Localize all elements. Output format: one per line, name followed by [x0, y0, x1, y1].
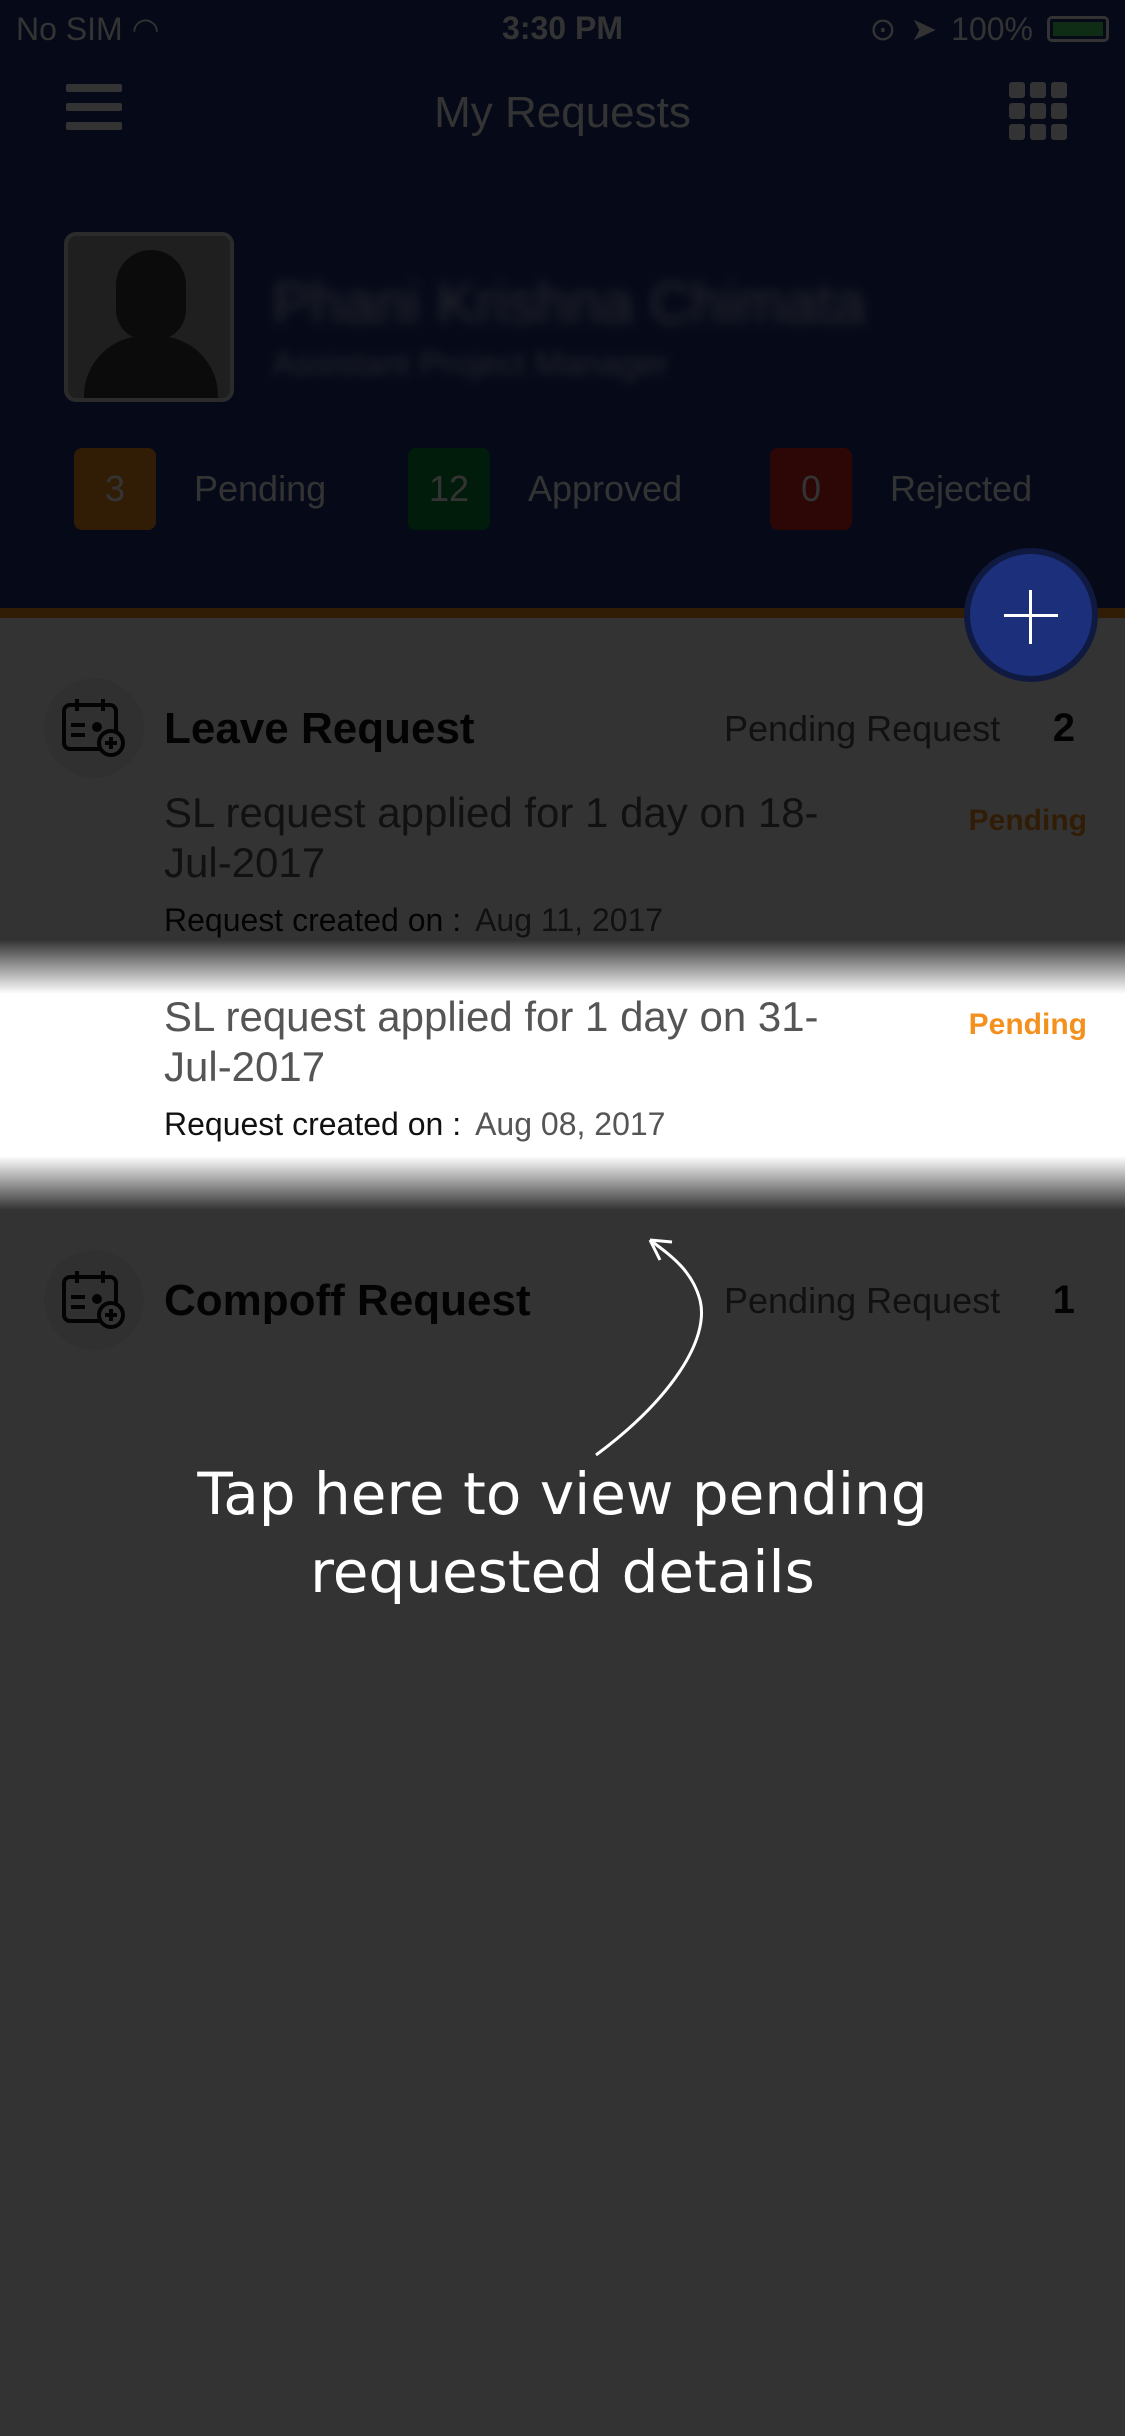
pending-request-count: 1: [1052, 1278, 1075, 1322]
hint-line-2: requested details: [310, 1538, 815, 1606]
user-role: Assistant Project Manager: [272, 345, 669, 383]
created-label: Request created on :: [164, 902, 462, 938]
stat-pending[interactable]: 3 Pending: [74, 448, 326, 530]
stat-rejected[interactable]: 0 Rejected: [770, 448, 1032, 530]
header-divider: [0, 608, 1125, 618]
request-created: Request created on : Aug 08, 2017: [164, 1106, 665, 1143]
created-date: Aug 11, 2017: [475, 902, 664, 938]
hint-line-1: Tap here to view pending: [197, 1460, 928, 1528]
apps-grid-icon[interactable]: [1009, 82, 1067, 140]
stat-approved[interactable]: 12 Approved: [408, 448, 682, 530]
created-label: Request created on :: [164, 1106, 462, 1142]
rejected-count-badge: 0: [770, 448, 852, 530]
approved-count-badge: 12: [408, 448, 490, 530]
request-created: Request created on : Aug 11, 2017: [164, 902, 663, 939]
approved-label: Approved: [528, 468, 683, 509]
calendar-add-icon: [44, 678, 144, 778]
pending-request-count: 2: [1052, 706, 1075, 750]
rejected-label: Rejected: [890, 468, 1033, 509]
add-request-button[interactable]: [964, 548, 1098, 682]
request-description: SL request applied for 1 day on 18-Jul-2…: [164, 789, 819, 886]
header: No SIM ◠ 3:30 PM ⊙ ➤ 100% My Requests Ph…: [0, 0, 1125, 610]
location-icon: ➤: [910, 11, 938, 47]
status-badge: Pending: [968, 804, 1087, 837]
request-description: SL request applied for 1 day on 31-Jul-2…: [164, 993, 819, 1090]
pending-label: Pending: [194, 468, 327, 509]
battery-icon: [1047, 16, 1109, 42]
lock-rotation-icon: ⊙: [869, 11, 897, 47]
pointer-arrow-icon: [595, 1238, 703, 1457]
section-title: Compoff Request: [164, 1276, 531, 1325]
section-title: Leave Request: [164, 704, 475, 753]
created-date: Aug 08, 2017: [475, 1106, 666, 1142]
section-leave-request[interactable]: Leave Request Pending Request 2: [0, 678, 1125, 788]
battery-percent: 100%: [951, 10, 1033, 47]
calendar-add-icon: [44, 1250, 144, 1350]
list-item[interactable]: SL request applied for 1 day on 31-Jul-2…: [0, 992, 1125, 1172]
page-title: My Requests: [434, 88, 691, 137]
coach-mark-hint: Tap here to view pending requested detai…: [0, 1455, 1125, 1611]
pending-request-label: Pending Request: [724, 1280, 1001, 1321]
list-item[interactable]: SL request applied for 1 day on 18-Jul-2…: [0, 788, 1125, 968]
pending-request-label: Pending Request: [724, 708, 1001, 749]
status-badge: Pending: [968, 1008, 1087, 1041]
status-bar: No SIM ◠ 3:30 PM ⊙ ➤ 100%: [0, 0, 1125, 56]
avatar: [64, 232, 234, 402]
nav-bar: My Requests: [0, 60, 1125, 170]
pending-count-badge: 3: [74, 448, 156, 530]
user-name: Phani Krishna Chimata: [272, 271, 866, 336]
status-right: ⊙ ➤ 100%: [870, 10, 1109, 48]
